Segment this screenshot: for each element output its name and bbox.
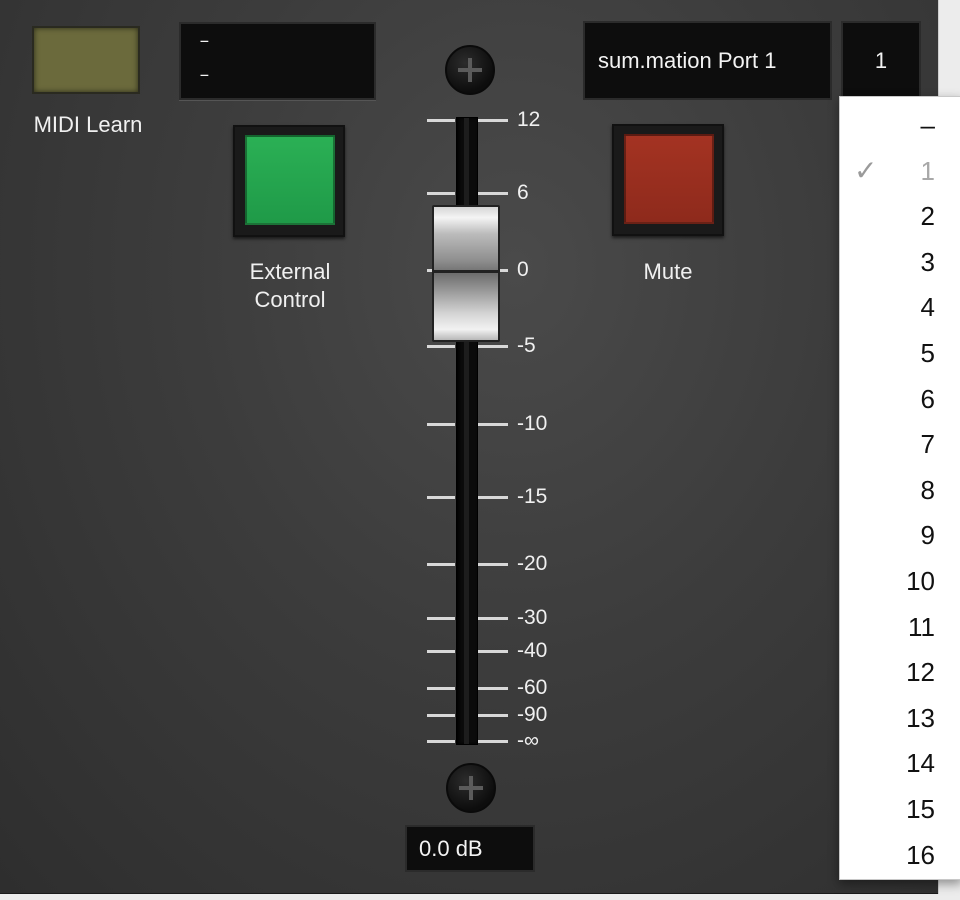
scale-tick-label: 12 bbox=[517, 108, 541, 131]
scale-tick-left bbox=[427, 345, 455, 348]
scale-tick-label: -∞ bbox=[517, 729, 539, 752]
midi-channel-menu-item[interactable]: 14 bbox=[840, 740, 960, 785]
scale-tick-left bbox=[427, 714, 455, 717]
midi-channel-menu-item-label: 2 bbox=[920, 201, 935, 231]
midi-channel-menu-item[interactable]: 7 bbox=[840, 421, 960, 466]
mute-button[interactable] bbox=[612, 124, 724, 236]
scale-tick-left bbox=[427, 650, 455, 653]
external-control-label-line-2: Control bbox=[254, 287, 326, 312]
midi-channel-menu-item-label: 12 bbox=[906, 657, 935, 687]
track-name-display: – – bbox=[179, 22, 376, 100]
scale-tick-right bbox=[478, 740, 508, 743]
midi-channel-menu-item-label: 9 bbox=[920, 520, 935, 550]
screw-top-icon bbox=[445, 45, 495, 95]
midi-channel-menu-item-label: 5 bbox=[920, 338, 935, 368]
midi-channel-menu-item[interactable]: 11 bbox=[840, 604, 960, 649]
scale-tick-right bbox=[478, 687, 508, 690]
scale-tick-label: -15 bbox=[517, 485, 548, 508]
mute-button-cap bbox=[624, 134, 714, 224]
scale-tick-label: -90 bbox=[517, 703, 548, 726]
midi-channel-menu-item[interactable]: ✓ 1 bbox=[840, 148, 960, 193]
scale-tick-right bbox=[478, 423, 508, 426]
midi-channel-menu-item-label: 15 bbox=[906, 794, 935, 824]
midi-channel-menu-item[interactable]: 6 bbox=[840, 376, 960, 421]
scale-tick-label: -5 bbox=[517, 334, 536, 357]
scale-tick-label: -40 bbox=[517, 639, 548, 662]
scale-tick-label: -60 bbox=[517, 676, 548, 699]
midi-channel-menu-item[interactable]: 15 bbox=[840, 786, 960, 831]
midi-channel-menu-item-label: 7 bbox=[920, 429, 935, 459]
midi-channel-menu-item-label: 16 bbox=[906, 840, 935, 870]
midi-learn-indicator[interactable] bbox=[32, 26, 140, 94]
screw-bottom-icon bbox=[446, 763, 496, 813]
midi-channel-menu-item-label: – bbox=[920, 110, 935, 140]
scale-tick-right bbox=[478, 345, 508, 348]
scale-tick-right bbox=[478, 192, 508, 195]
scale-tick-left bbox=[427, 192, 455, 195]
midi-channel-menu-item[interactable]: 3 bbox=[840, 239, 960, 284]
midi-channel-menu-item[interactable]: 4 bbox=[840, 284, 960, 329]
scale-tick-label: -30 bbox=[517, 606, 548, 629]
midi-channel-menu-item[interactable]: 8 bbox=[840, 467, 960, 512]
midi-channel-menu-item-label: 11 bbox=[908, 612, 935, 642]
scale-tick-left bbox=[427, 617, 455, 620]
midi-channel-menu-item-label: 4 bbox=[920, 292, 935, 322]
external-control-label: External Control bbox=[215, 258, 365, 314]
midi-channel-menu-item[interactable]: 12 bbox=[840, 649, 960, 694]
fader-knob[interactable] bbox=[432, 205, 500, 342]
mute-label: Mute bbox=[643, 259, 693, 284]
midi-channel-value: 1 bbox=[874, 48, 888, 73]
scale-tick-left bbox=[427, 119, 455, 122]
checkmark-icon: ✓ bbox=[854, 155, 878, 186]
track-name-line-2: – bbox=[199, 66, 210, 86]
scale-tick-left bbox=[427, 563, 455, 566]
output-port-name: sum.mation Port 1 bbox=[598, 48, 777, 73]
scale-tick-right bbox=[478, 650, 508, 653]
gain-readout-value: 0.0 dB bbox=[419, 836, 483, 861]
external-control-label-line-1: External bbox=[249, 259, 331, 284]
midi-channel-menu-item[interactable]: 16 bbox=[840, 832, 960, 877]
midi-channel-menu-item-label: 14 bbox=[906, 748, 935, 778]
midi-channel-selector[interactable]: 1 bbox=[841, 21, 921, 100]
scale-tick-right bbox=[478, 617, 508, 620]
scale-tick-right bbox=[478, 496, 508, 499]
track-name-line-1: – bbox=[199, 32, 210, 52]
midi-channel-menu-item-label: 6 bbox=[920, 384, 935, 414]
output-port-selector[interactable]: sum.mation Port 1 bbox=[583, 21, 832, 100]
scale-tick-right bbox=[478, 119, 508, 122]
scale-tick-left bbox=[427, 423, 455, 426]
scale-tick-right bbox=[478, 563, 508, 566]
scale-tick-label: 6 bbox=[517, 181, 529, 204]
midi-channel-menu-item-label: 8 bbox=[920, 475, 935, 505]
scale-tick-label: -10 bbox=[517, 412, 548, 435]
scale-tick-label: 0 bbox=[517, 258, 529, 281]
midi-channel-menu-item-label: 10 bbox=[906, 566, 935, 596]
scale-tick-left bbox=[427, 687, 455, 690]
midi-learn-label: MIDI Learn bbox=[33, 112, 143, 137]
external-control-button-cap bbox=[245, 135, 335, 225]
midi-channel-menu-item-label: 3 bbox=[920, 247, 935, 277]
scale-tick-left bbox=[427, 496, 455, 499]
midi-channel-menu: – ✓ 1 2 3 4 5 6 7 8 9 10 11 12 13 14 15 16 bbox=[839, 96, 960, 880]
scale-tick-left bbox=[427, 740, 455, 743]
midi-channel-menu-item[interactable]: 2 bbox=[840, 193, 960, 238]
scale-tick-right bbox=[478, 714, 508, 717]
external-control-button[interactable] bbox=[233, 125, 345, 237]
midi-channel-menu-item-label: 1 bbox=[920, 156, 935, 186]
midi-channel-menu-item[interactable]: – bbox=[840, 102, 960, 147]
channel-strip-panel: MIDI Learn – – External Control Mute 12 6… bbox=[0, 0, 939, 894]
midi-channel-menu-item-label: 13 bbox=[906, 703, 935, 733]
midi-channel-menu-item[interactable]: 9 bbox=[840, 512, 960, 557]
scale-tick-label: -20 bbox=[517, 552, 548, 575]
fader-knob-center-line bbox=[434, 270, 498, 273]
midi-channel-menu-item[interactable]: 13 bbox=[840, 695, 960, 740]
midi-channel-menu-item[interactable]: 5 bbox=[840, 330, 960, 375]
window-bottom-edge bbox=[0, 894, 960, 900]
gain-readout[interactable]: 0.0 dB bbox=[405, 825, 535, 872]
midi-channel-menu-item[interactable]: 10 bbox=[840, 558, 960, 603]
